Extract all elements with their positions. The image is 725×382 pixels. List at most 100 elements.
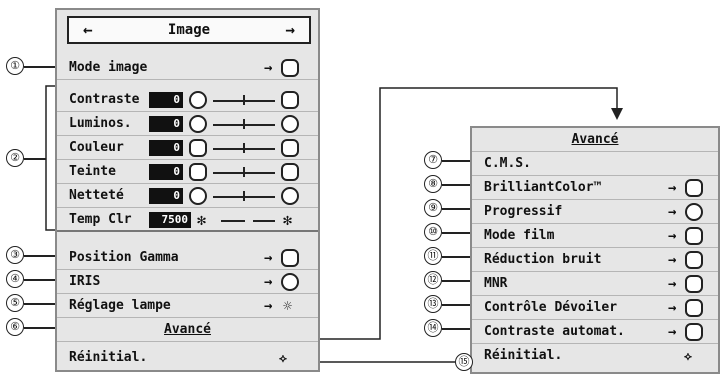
menu-item-mode-image[interactable]: Mode image →	[57, 56, 318, 80]
arrow-right-icon: →	[668, 252, 677, 268]
sharpness-high-icon	[281, 187, 299, 205]
temp-clr-slider-left[interactable]	[221, 220, 245, 222]
slider-center-tick	[243, 143, 245, 153]
menu-item-label: IRIS	[69, 274, 101, 289]
menu-item-avance[interactable]: Avancé	[57, 318, 318, 342]
arrow-right-icon: →	[668, 276, 677, 292]
callout-leader	[442, 328, 470, 330]
menu-item-brilliantcolor[interactable]: BrilliantColor™ →	[472, 176, 718, 200]
fan-high-icon: ✻	[283, 211, 293, 229]
menu-item-label: Réinitial.	[484, 348, 563, 363]
menu-item-progressif[interactable]: Progressif →	[472, 200, 718, 224]
menu-item-mnr[interactable]: MNR →	[472, 272, 718, 296]
callout-12: ⑫	[424, 271, 442, 289]
arrow-right-icon: →	[668, 180, 677, 196]
avance-menu-panel: Avancé C.M.S. BrilliantColor™ → Progress…	[470, 126, 720, 374]
slider-center-tick	[243, 167, 245, 177]
slider-center-tick	[243, 95, 245, 105]
menu-item-contraste[interactable]: Contraste 0	[57, 88, 318, 112]
menu-item-reduction-bruit[interactable]: Réduction bruit →	[472, 248, 718, 272]
brightness-low-icon	[189, 115, 207, 133]
mode-image-icon	[281, 59, 299, 77]
color-high-icon	[281, 139, 299, 157]
slider-center-tick	[243, 191, 245, 201]
callout-14: ⑭	[424, 319, 442, 337]
menu-item-label: C.M.S.	[484, 156, 531, 171]
callout-leader	[24, 327, 55, 329]
menu-item-label: MNR	[484, 276, 508, 291]
menu-item-label: Réglage lampe	[69, 298, 171, 313]
arrow-left-icon[interactable]: ←	[83, 18, 93, 42]
callout-10: ⑩	[424, 223, 442, 241]
callout-7: ⑦	[424, 151, 442, 169]
toggle-icon	[685, 179, 703, 197]
image-menu-title: Image	[167, 22, 211, 38]
arrow-right-icon: →	[668, 300, 677, 316]
callout-8: ⑧	[424, 175, 442, 193]
callout-leader	[24, 255, 55, 257]
callout-3: ③	[6, 246, 24, 264]
menu-item-iris[interactable]: IRIS →	[57, 270, 318, 294]
callout-4: ④	[6, 270, 24, 288]
menu-item-label: Réduction bruit	[484, 252, 602, 267]
contrast-high-icon	[281, 91, 299, 109]
toggle-icon	[685, 275, 703, 293]
brightness-high-icon	[281, 115, 299, 133]
arrow-right-icon[interactable]: →	[285, 18, 295, 42]
avance-menu-title: Avancé	[472, 128, 718, 152]
temp-clr-value: 7500	[149, 212, 191, 228]
menu-item-luminos[interactable]: Luminos. 0	[57, 112, 318, 136]
menu-item-mode-film[interactable]: Mode film →	[472, 224, 718, 248]
menu-item-cms[interactable]: C.M.S.	[472, 152, 718, 176]
contrast-low-icon	[189, 91, 207, 109]
gamma-curve-icon	[281, 249, 299, 267]
menu-item-label: Mode film	[484, 228, 555, 243]
menu-item-reglage-lampe[interactable]: Réglage lampe → ☼	[57, 294, 318, 318]
menu-item-couleur[interactable]: Couleur 0	[57, 136, 318, 160]
arrow-right-icon: →	[264, 250, 273, 266]
callout-leader	[442, 256, 470, 258]
callout-leader	[442, 184, 470, 186]
menu-item-label: Mode image	[69, 60, 148, 75]
toggle-icon	[685, 323, 703, 341]
menu-item-label: Netteté	[69, 188, 124, 203]
menu-item-contraste-automat[interactable]: Contraste automat. →	[472, 320, 718, 344]
menu-item-label: Contrôle Dévoiler	[484, 300, 618, 315]
arrow-right-icon: →	[264, 298, 273, 314]
menu-item-controle-devoiler[interactable]: Contrôle Dévoiler →	[472, 296, 718, 320]
callout-leader	[442, 160, 470, 162]
callout-2: ②	[6, 149, 24, 167]
callout-leader	[442, 304, 470, 306]
avance-title-label: Avancé	[571, 132, 619, 147]
menu-item-teinte[interactable]: Teinte 0	[57, 160, 318, 184]
menu-item-temp-clr[interactable]: Temp Clr 7500 ✻ ✻	[57, 208, 318, 232]
callout-6: ⑥	[6, 318, 24, 336]
fan-low-icon: ✻	[197, 211, 207, 229]
menu-item-label: Teinte	[69, 164, 116, 179]
image-menu-title-bar: ← Image →	[67, 16, 311, 44]
tint-low-icon	[189, 163, 207, 181]
lamp-icon: ☼	[283, 297, 293, 315]
menu-item-reinitial[interactable]: Réinitial. ⟡	[57, 346, 318, 370]
temp-clr-slider-right[interactable]	[253, 220, 275, 222]
callout-leader	[442, 232, 470, 234]
menu-item-nettete[interactable]: Netteté 0	[57, 184, 318, 208]
arrow-right-icon: →	[668, 204, 677, 220]
menu-item-label: Réinitial.	[69, 350, 148, 365]
sharpness-low-icon	[189, 187, 207, 205]
arrow-right-icon: →	[264, 274, 273, 290]
arrow-right-icon: →	[668, 228, 677, 244]
menu-item-label: Position Gamma	[69, 250, 179, 265]
nettete-value: 0	[149, 188, 183, 204]
teinte-value: 0	[149, 164, 183, 180]
callout-leader	[442, 208, 470, 210]
callout-1: ①	[6, 57, 24, 75]
menu-item-label: Progressif	[484, 204, 563, 219]
menu-item-reinitial-avance[interactable]: Réinitial. ⟡	[472, 344, 718, 368]
callout-leader	[24, 279, 55, 281]
menu-item-label: Couleur	[69, 140, 124, 155]
image-menu-panel: ← Image → Mode image → Contraste 0 Lumin…	[55, 8, 320, 372]
menu-item-position-gamma[interactable]: Position Gamma →	[57, 246, 318, 270]
couleur-value: 0	[149, 140, 183, 156]
callout-leader	[24, 66, 55, 68]
